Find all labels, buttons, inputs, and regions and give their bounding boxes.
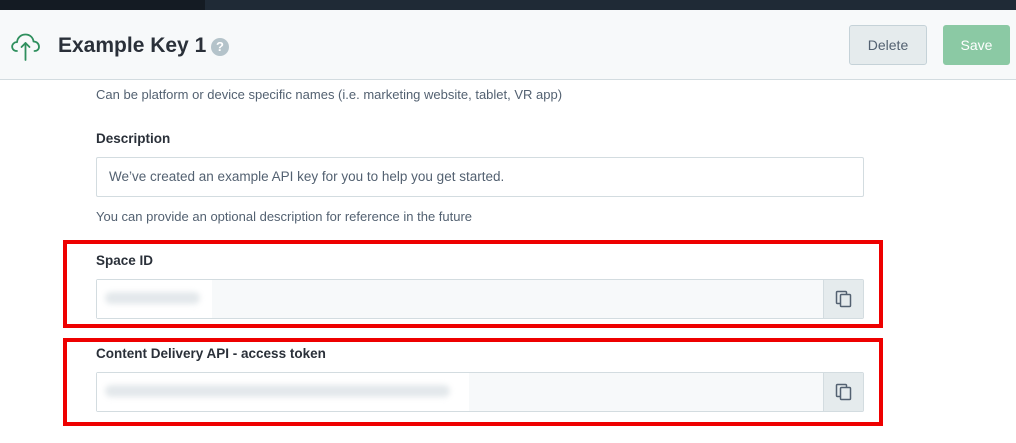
delete-button[interactable]: Delete — [849, 25, 927, 65]
cloud-upload-icon — [11, 33, 40, 61]
top-nav-active-tab[interactable] — [0, 0, 205, 10]
save-button[interactable]: Save — [943, 25, 1010, 65]
description-help-text: You can provide an optional description … — [96, 209, 473, 224]
cda-token-highlight-box — [63, 338, 883, 426]
page-header: Example Key 1 ? Delete Save — [0, 10, 1016, 80]
description-label: Description — [96, 131, 171, 146]
description-input[interactable]: We’ve created an example API key for you… — [96, 157, 864, 197]
help-icon[interactable]: ? — [211, 38, 229, 56]
page-title: Example Key 1 — [58, 34, 207, 57]
top-navigation-bar — [0, 0, 1016, 10]
name-help-text: Can be platform or device specific names… — [96, 87, 563, 102]
space-id-highlight-box — [63, 240, 883, 328]
